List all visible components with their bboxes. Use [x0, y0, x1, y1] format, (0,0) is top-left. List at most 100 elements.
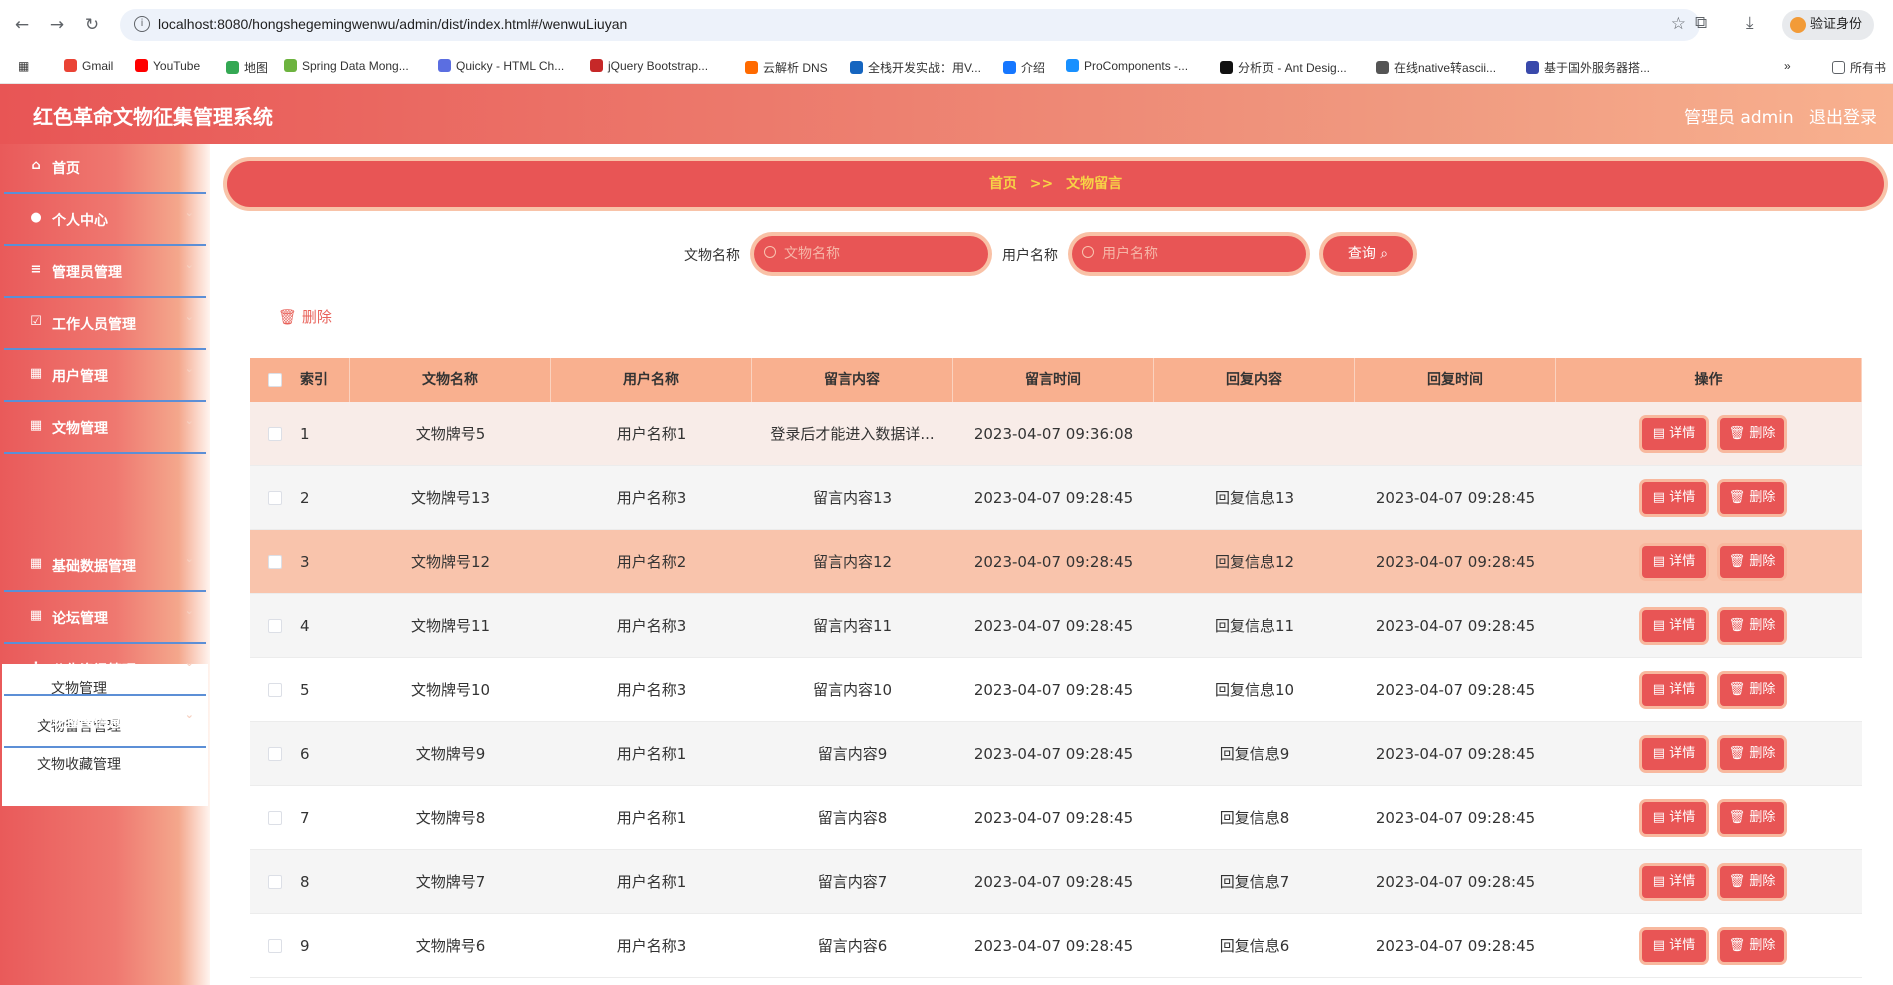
column-header[interactable]: 用户名称 [551, 358, 752, 402]
sidebar-item-9[interactable]: ▬ 轮播图信息 ⌄ [4, 696, 206, 748]
cell-reply: 回复信息13 [1214, 489, 1295, 507]
row-checkbox[interactable] [268, 619, 282, 633]
delete-button[interactable]: 🗑 删除 [1720, 674, 1784, 706]
sidebar-item-6[interactable]: ▦ 基础数据管理 ⌄ [4, 540, 206, 592]
bookmark-item[interactable]: 介绍 [1003, 59, 1045, 76]
sidebar-item-label: 文物管理 [52, 421, 108, 437]
all-bookmarks-folder[interactable]: 所有书 [1832, 59, 1886, 76]
download-icon[interactable]: ⤓ [1746, 13, 1754, 33]
artifact-name-search[interactable] [754, 236, 988, 272]
apps-grid-icon[interactable]: ▦ [18, 59, 29, 73]
user-name-search[interactable] [1072, 236, 1306, 272]
breadcrumb-home[interactable]: 首页 [989, 176, 1017, 192]
table-row[interactable]: 9 文物牌号6 用户名称3 留言内容6 2023-04-07 09:28:45 回复信息6… [250, 914, 1862, 978]
search-icon [1082, 246, 1094, 258]
column-header[interactable]: 回复时间 [1355, 358, 1556, 402]
sidebar-item-7[interactable]: ▦ 论坛管理 ⌄ [4, 592, 206, 644]
sidebar-item-8[interactable]: ≐ 公告资讯管理 ⌄ [4, 644, 206, 696]
row-checkbox[interactable] [268, 939, 282, 953]
batch-delete-button[interactable]: 🗑 删除 [278, 306, 332, 327]
detail-button[interactable]: ▤ 详情 [1642, 482, 1706, 514]
bookmark-item[interactable]: Spring Data Mong... [284, 59, 409, 73]
sidebar-item-5[interactable]: ▦ 文物管理 ⌄ [4, 402, 206, 454]
row-checkbox[interactable] [268, 747, 282, 761]
detail-button[interactable]: ▤ 详情 [1642, 802, 1706, 834]
bookmark-item[interactable]: 云解析 DNS [745, 59, 828, 76]
delete-button[interactable]: 🗑 删除 [1720, 482, 1784, 514]
cell-index: 9 [300, 937, 310, 955]
site-info-icon[interactable]: i [134, 16, 150, 32]
bookmark-star-icon[interactable]: ☆ [1671, 14, 1686, 34]
url-text[interactable]: localhost:8080/hongshegemingwenwu/admin/… [158, 16, 627, 32]
bookmark-item[interactable]: Quicky - HTML Ch... [438, 59, 564, 73]
user-name-input[interactable] [1100, 243, 1290, 265]
column-header[interactable]: 留言内容 [752, 358, 953, 402]
row-checkbox[interactable] [268, 491, 282, 505]
bookmark-favicon-icon [284, 59, 297, 72]
artifact-name-input[interactable] [782, 243, 972, 265]
column-header[interactable]: 回复内容 [1154, 358, 1355, 402]
reload-icon[interactable]: ↻ [80, 13, 104, 37]
column-header[interactable]: 索引 [290, 358, 350, 402]
row-checkbox[interactable] [268, 875, 282, 889]
table-row[interactable]: 2 文物牌号13 用户名称3 留言内容13 2023-04-07 09:28:45 回复信… [250, 466, 1862, 530]
logout-link[interactable]: 退出登录 [1809, 103, 1877, 128]
detail-button[interactable]: ▤ 详情 [1642, 738, 1706, 770]
table-row[interactable]: 1 文物牌号5 用户名称1 登录后才能进入数据详... 2023-04-07 09:36… [250, 402, 1862, 466]
delete-button[interactable]: 🗑 删除 [1720, 738, 1784, 770]
cell-user: 用户名称3 [616, 681, 687, 699]
sidebar-item-3[interactable]: ☑ 工作人员管理 ⌄ [4, 298, 206, 350]
delete-button[interactable]: 🗑 删除 [1720, 418, 1784, 450]
bookmark-item[interactable]: jQuery Bootstrap... [590, 59, 708, 73]
detail-button[interactable]: ▤ 详情 [1642, 546, 1706, 578]
table-row[interactable]: 4 文物牌号11 用户名称3 留言内容11 2023-04-07 09:28:45 回复信… [250, 594, 1862, 658]
table-row[interactable]: 5 文物牌号10 用户名称3 留言内容10 2023-04-07 09:28:45 回复信… [250, 658, 1862, 722]
bookmark-item[interactable]: 基于国外服务器搭... [1526, 59, 1650, 76]
column-header[interactable]: 留言时间 [953, 358, 1154, 402]
bookmark-item[interactable]: Gmail [64, 59, 113, 73]
row-checkbox[interactable] [268, 811, 282, 825]
submenu-item-artifact-favorites[interactable]: 文物收藏管理 [37, 754, 121, 774]
extensions-icon[interactable]: ⧉ [1695, 13, 1707, 33]
column-header[interactable]: 文物名称 [350, 358, 551, 402]
bookmark-item[interactable]: 地图 [226, 59, 268, 76]
detail-button[interactable]: ▤ 详情 [1642, 930, 1706, 962]
delete-button[interactable]: 🗑 删除 [1720, 930, 1784, 962]
back-arrow-icon[interactable]: ← [10, 13, 34, 37]
bookmark-favicon-icon [1066, 59, 1079, 72]
detail-button[interactable]: ▤ 详情 [1642, 866, 1706, 898]
bookmark-item[interactable]: ProComponents -... [1066, 59, 1188, 73]
table-row[interactable]: 3 文物牌号12 用户名称2 留言内容12 2023-04-07 09:28:45 回复信… [250, 530, 1862, 594]
row-checkbox[interactable] [268, 427, 282, 441]
cell-reply_time: 2023-04-07 09:28:45 [1375, 553, 1536, 571]
query-button[interactable]: 查询 ⌕ [1323, 236, 1413, 272]
sidebar-item-1[interactable]: ● 个人中心 ⌄ [4, 194, 206, 246]
delete-button[interactable]: 🗑 删除 [1720, 546, 1784, 578]
delete-button[interactable]: 🗑 删除 [1720, 610, 1784, 642]
bookmark-item[interactable]: YouTube [135, 59, 200, 73]
address-bar[interactable]: i localhost:8080/hongshegemingwenwu/admi… [120, 9, 1700, 41]
bookmark-item[interactable]: 在线native转ascii... [1376, 59, 1496, 76]
table-row[interactable]: 6 文物牌号9 用户名称1 留言内容9 2023-04-07 09:28:45 回复信息9… [250, 722, 1862, 786]
forward-arrow-icon[interactable]: → [45, 13, 69, 37]
sidebar-item-0[interactable]: ⌂ 首页 [4, 142, 206, 194]
cell-time: 2023-04-07 09:28:45 [973, 745, 1134, 763]
table-row[interactable]: 7 文物牌号8 用户名称1 留言内容8 2023-04-07 09:28:45 回复信息8… [250, 786, 1862, 850]
delete-label: 删除 [1749, 554, 1776, 569]
detail-button[interactable]: ▤ 详情 [1642, 610, 1706, 642]
bookmark-item[interactable]: 分析页 - Ant Desig... [1220, 59, 1347, 76]
row-checkbox[interactable] [268, 555, 282, 569]
detail-button[interactable]: ▤ 详情 [1642, 674, 1706, 706]
delete-button[interactable]: 🗑 删除 [1720, 802, 1784, 834]
bookmarks-overflow-icon[interactable]: » [1784, 59, 1791, 73]
delete-button[interactable]: 🗑 删除 [1720, 866, 1784, 898]
select-all-checkbox[interactable] [268, 373, 282, 387]
bookmark-item[interactable]: 全栈开发实战：用V... [850, 59, 981, 76]
sidebar-item-4[interactable]: ▦ 用户管理 ⌄ [4, 350, 206, 402]
row-checkbox[interactable] [268, 683, 282, 697]
detail-label: 详情 [1669, 874, 1696, 889]
table-row[interactable]: 8 文物牌号7 用户名称1 留言内容7 2023-04-07 09:28:45 回复信息7… [250, 850, 1862, 914]
detail-button[interactable]: ▤ 详情 [1642, 418, 1706, 450]
verify-identity-button[interactable]: 验证身份 [1782, 10, 1875, 40]
sidebar-item-2[interactable]: ≡ 管理员管理 ⌄ [4, 246, 206, 298]
